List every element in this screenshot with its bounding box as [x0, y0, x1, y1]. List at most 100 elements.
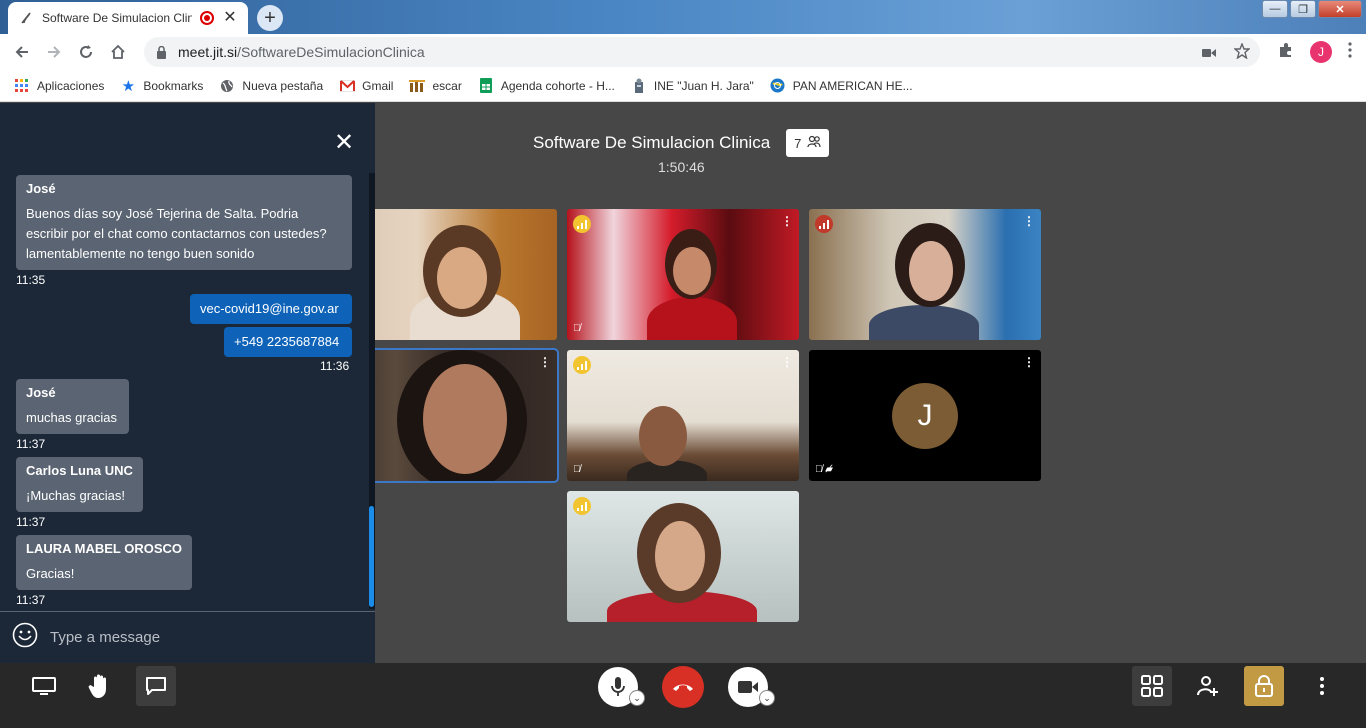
chat-panel: ✕ José Buenos días soy José Tejerina de …	[0, 103, 375, 663]
browser-toolbar: meet.jit.si/SoftwareDeSimulacionClinica …	[0, 34, 1366, 70]
chat-message: LAURA MABEL OROSCO Gracias!	[16, 535, 192, 590]
participant-video	[639, 406, 687, 466]
tile-menu-icon[interactable]: ⋮	[539, 356, 551, 368]
message-sender: LAURA MABEL OROSCO	[26, 541, 182, 556]
raise-hand-button[interactable]	[80, 666, 120, 706]
connection-indicator-icon[interactable]	[815, 215, 833, 233]
camera-options-chevron-icon[interactable]: ⌄	[759, 690, 775, 706]
chat-message-input[interactable]	[50, 629, 350, 646]
forward-arrow-icon[interactable]	[43, 41, 65, 63]
tile-menu-icon[interactable]: ⋮	[1023, 215, 1035, 227]
bookmark-nueva-pestana[interactable]: Nueva pestaña	[219, 78, 323, 94]
raise-hand-icon	[88, 674, 106, 698]
bookmark-gmail[interactable]: Gmail	[339, 78, 393, 94]
url-path: /SoftwareDeSimulacionClinica	[237, 44, 425, 60]
chat-message: José Buenos días soy José Tejerina de Sa…	[16, 175, 352, 270]
browser-tab[interactable]: Software De Simulacion Clinica ✕	[8, 2, 248, 34]
close-window-button[interactable]: ✕	[1318, 0, 1362, 18]
video-tile[interactable]: ⋮ 🎙̸	[567, 350, 799, 481]
bookmark-bookmarks[interactable]: ★ Bookmarks	[120, 78, 204, 95]
message-text: Gracias!	[26, 566, 75, 581]
invite-people-button[interactable]	[1188, 666, 1228, 706]
apps-grid-icon	[14, 78, 30, 94]
tab-title: Software De Simulacion Clinica	[42, 11, 192, 25]
more-options-button[interactable]	[1302, 666, 1342, 706]
reload-icon[interactable]	[75, 41, 97, 63]
participant-video	[655, 521, 705, 591]
message-text: vec-covid19@ine.gov.ar	[200, 301, 339, 316]
chat-message-list: José Buenos días soy José Tejerina de Sa…	[0, 175, 375, 611]
chat-message: José muchas gracias	[16, 379, 129, 434]
message-text: Buenos días soy José Tejerina de Salta. …	[26, 206, 327, 261]
participant-count: 7	[794, 135, 802, 151]
microphone-options-chevron-icon[interactable]: ⌄	[629, 690, 645, 706]
message-sender: Carlos Luna UNC	[26, 463, 133, 478]
video-tile[interactable]: J ⋮ 🎙̸ ▰̸	[809, 350, 1041, 481]
tab-close-icon[interactable]: ✕	[222, 10, 238, 26]
connection-indicator-icon[interactable]	[573, 215, 591, 233]
tile-menu-icon[interactable]: ⋮	[781, 356, 793, 368]
mic-muted-icon: 🎙̸	[573, 464, 581, 475]
profile-avatar[interactable]: J	[1310, 41, 1332, 63]
camera-in-use-icon[interactable]	[1202, 45, 1216, 63]
video-tile[interactable]: ⋮ 🎙̸	[567, 209, 799, 340]
hangup-button[interactable]	[662, 666, 704, 708]
new-tab-button[interactable]: +	[257, 5, 283, 31]
screen-share-icon	[32, 677, 56, 695]
participant-count-badge[interactable]: 7	[786, 129, 830, 157]
bookmark-escar[interactable]: escar	[409, 78, 462, 94]
lock-icon	[1255, 675, 1273, 697]
message-time: 11:35	[16, 273, 46, 287]
bookmark-agenda-cohorte[interactable]: Agenda cohorte - H...	[478, 78, 615, 94]
add-person-icon	[1197, 676, 1218, 696]
toggle-chat-button[interactable]	[136, 666, 176, 706]
share-screen-button[interactable]	[24, 666, 64, 706]
extensions-puzzle-icon[interactable]	[1278, 42, 1294, 63]
address-bar[interactable]: meet.jit.si/SoftwareDeSimulacionClinica	[144, 37, 1260, 67]
tile-menu-icon[interactable]: ⋮	[781, 215, 793, 227]
recording-indicator-icon	[200, 11, 214, 25]
participant-video	[909, 241, 953, 301]
browser-tab-strip: Software De Simulacion Clinica ✕ + — ❐ ✕	[0, 0, 1366, 34]
connection-indicator-icon[interactable]	[573, 497, 591, 515]
bookmark-label: Agenda cohorte - H...	[500, 78, 615, 93]
browser-menu-icon[interactable]	[1348, 41, 1352, 63]
close-icon[interactable]: ✕	[334, 131, 354, 155]
mic-muted-icon: 🎙̸	[573, 323, 581, 334]
bookmark-pan-american[interactable]: PAN AMERICAN HE...	[770, 78, 913, 94]
message-sender: José	[26, 181, 56, 196]
bookmarks-bar: Aplicaciones ★ Bookmarks Nueva pestaña G…	[0, 70, 1366, 102]
bookmark-label: Nueva pestaña	[242, 78, 324, 93]
window-controls: — ❐ ✕	[1262, 0, 1362, 18]
video-tile[interactable]: ⋮	[809, 209, 1041, 340]
avatar: J	[892, 383, 958, 449]
connection-indicator-icon[interactable]	[573, 356, 591, 374]
video-tile[interactable]	[567, 491, 799, 622]
meeting-header: Software De Simulacion Clinica 7	[533, 129, 830, 157]
bookmark-star-icon[interactable]	[1233, 42, 1251, 64]
emoji-smiley-icon[interactable]	[12, 622, 38, 653]
home-icon[interactable]	[107, 41, 129, 63]
participant-video	[437, 247, 487, 309]
microphone-icon	[611, 677, 625, 696]
chat-bubble-icon	[146, 677, 166, 695]
url-host: meet.jit.si	[178, 44, 238, 60]
security-options-button[interactable]	[1244, 666, 1284, 706]
participants-icon	[807, 135, 821, 151]
bookmark-ine[interactable]: INE "Juan H. Jara"	[631, 78, 754, 94]
chat-message: Carlos Luna UNC ¡Muchas gracias!	[16, 457, 143, 512]
message-time: 11:37	[16, 593, 46, 607]
message-time: 11:36	[320, 359, 350, 373]
mic-and-camera-muted-icon: 🎙̸ ▰̸	[815, 464, 833, 475]
tile-menu-icon[interactable]: ⋮	[1023, 356, 1035, 368]
tile-grid-icon	[1141, 675, 1163, 697]
message-time: 11:37	[16, 437, 46, 451]
message-sender: José	[26, 385, 56, 400]
bookmark-aplicaciones[interactable]: Aplicaciones	[14, 78, 104, 94]
back-arrow-icon[interactable]	[11, 41, 33, 63]
restore-button[interactable]: ❐	[1290, 0, 1316, 18]
minimize-button[interactable]: —	[1262, 0, 1288, 18]
gmail-icon	[339, 78, 355, 94]
tile-view-button[interactable]	[1132, 666, 1172, 706]
video-camera-icon	[738, 681, 758, 693]
